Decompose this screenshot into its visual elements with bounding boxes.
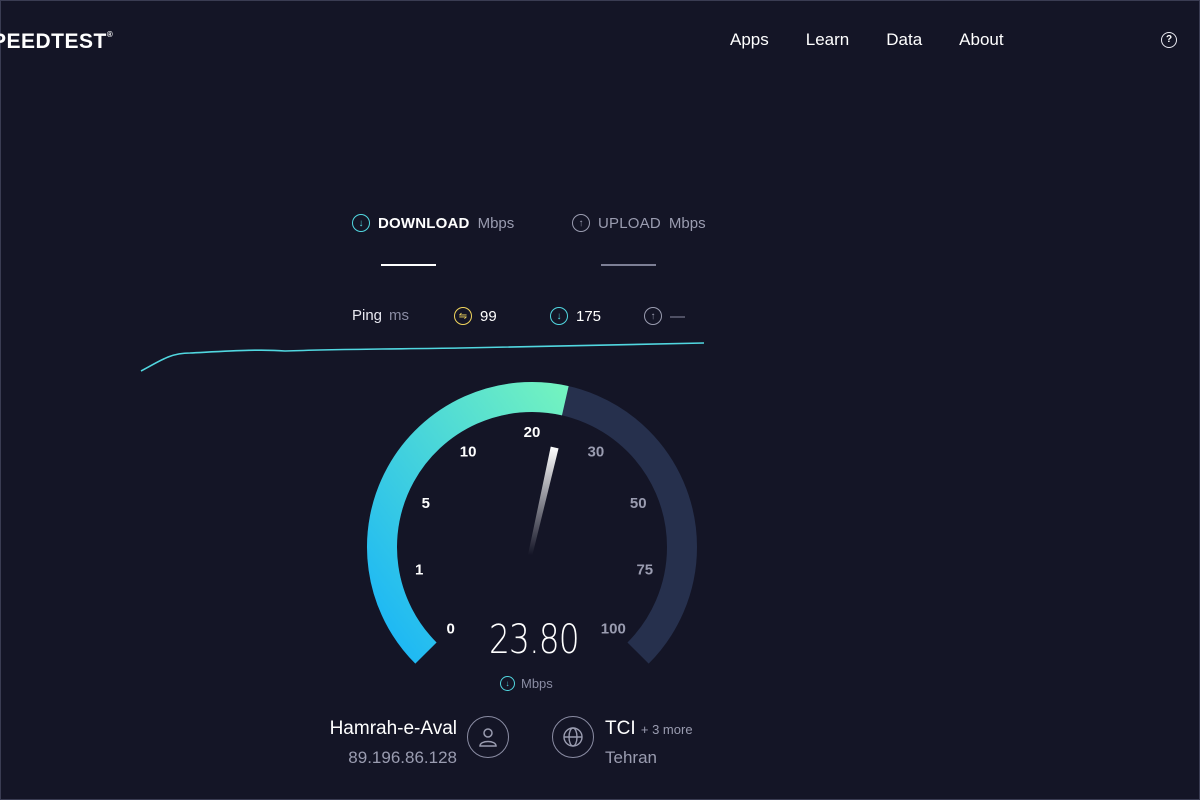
tab-download[interactable]: ↓ DOWNLOAD Mbps — [352, 214, 514, 232]
ping-idle: ⇋ 99 — [454, 307, 497, 325]
ping-label: Ping — [352, 307, 383, 324]
speed-unit-label: Mbps — [521, 676, 553, 691]
nav-apps[interactable]: Apps — [730, 30, 769, 50]
upload-underline — [601, 264, 656, 266]
ping-upload: ↑ — — [644, 307, 685, 325]
speedtest-logo[interactable]: PEEDTEST® — [0, 30, 113, 54]
provider-name: Hamrah-e-Aval — [329, 718, 457, 739]
gauge-needle — [528, 446, 559, 556]
gauge-tick-label: 75 — [636, 561, 653, 578]
server-more[interactable]: + 3 more — [641, 722, 693, 737]
globe-icon[interactable] — [552, 716, 594, 758]
arrow-up-icon: ↑ — [572, 214, 590, 232]
server-info[interactable]: TCI + 3 more Tehran — [605, 718, 693, 768]
help-icon[interactable]: ? — [1161, 32, 1177, 48]
nav-learn[interactable]: Learn — [806, 30, 849, 50]
client-info: Hamrah-e-Aval 89.196.86.128 — [311, 718, 457, 768]
server-location: Tehran — [605, 748, 657, 767]
ping-unit: ms — [389, 307, 410, 324]
server-name[interactable]: TCI — [605, 718, 636, 739]
gauge-tick-label: 30 — [588, 443, 605, 460]
gauge-tick-label: 100 — [601, 620, 626, 637]
speed-value: 23.80 — [489, 617, 580, 663]
ping-download-icon: ↓ — [550, 307, 568, 325]
gauge-tick-label: 5 — [422, 495, 430, 512]
ping-idle-value: 99 — [480, 307, 497, 325]
gauge-tick-label: 0 — [447, 620, 455, 637]
gauge-tick-label: 50 — [630, 495, 647, 512]
download-underline — [381, 264, 436, 266]
user-icon[interactable] — [467, 716, 509, 758]
top-nav: Apps Learn Data About — [730, 30, 1004, 50]
gauge-tick-label: 10 — [460, 443, 477, 460]
ping-idle-icon: ⇋ — [454, 307, 472, 325]
upload-unit: Mbps — [668, 214, 706, 232]
upload-label: UPLOAD — [598, 214, 661, 232]
nav-data[interactable]: Data — [886, 30, 922, 50]
download-label: DOWNLOAD — [378, 214, 470, 232]
download-unit: Mbps — [477, 214, 515, 232]
speed-graph — [140, 342, 705, 372]
client-ip: 89.196.86.128 — [348, 748, 457, 767]
ping-upload-icon: ↑ — [644, 307, 662, 325]
nav-about[interactable]: About — [959, 30, 1003, 50]
speed-unit: ↓ Mbps — [500, 676, 553, 691]
ping-download: ↓ 175 — [550, 307, 601, 325]
arrow-down-icon: ↓ — [352, 214, 370, 232]
ping-upload-value: — — [670, 307, 685, 325]
ping-download-value: 175 — [576, 307, 602, 325]
tab-upload[interactable]: ↑ UPLOAD Mbps — [572, 214, 706, 232]
ping-row: Ping ms ⇋ 99 ↓ 175 ↑ — — [352, 307, 685, 325]
arrow-down-icon: ↓ — [500, 676, 515, 691]
gauge-tick-label: 1 — [415, 561, 423, 578]
gauge-tick-label: 20 — [524, 424, 541, 441]
